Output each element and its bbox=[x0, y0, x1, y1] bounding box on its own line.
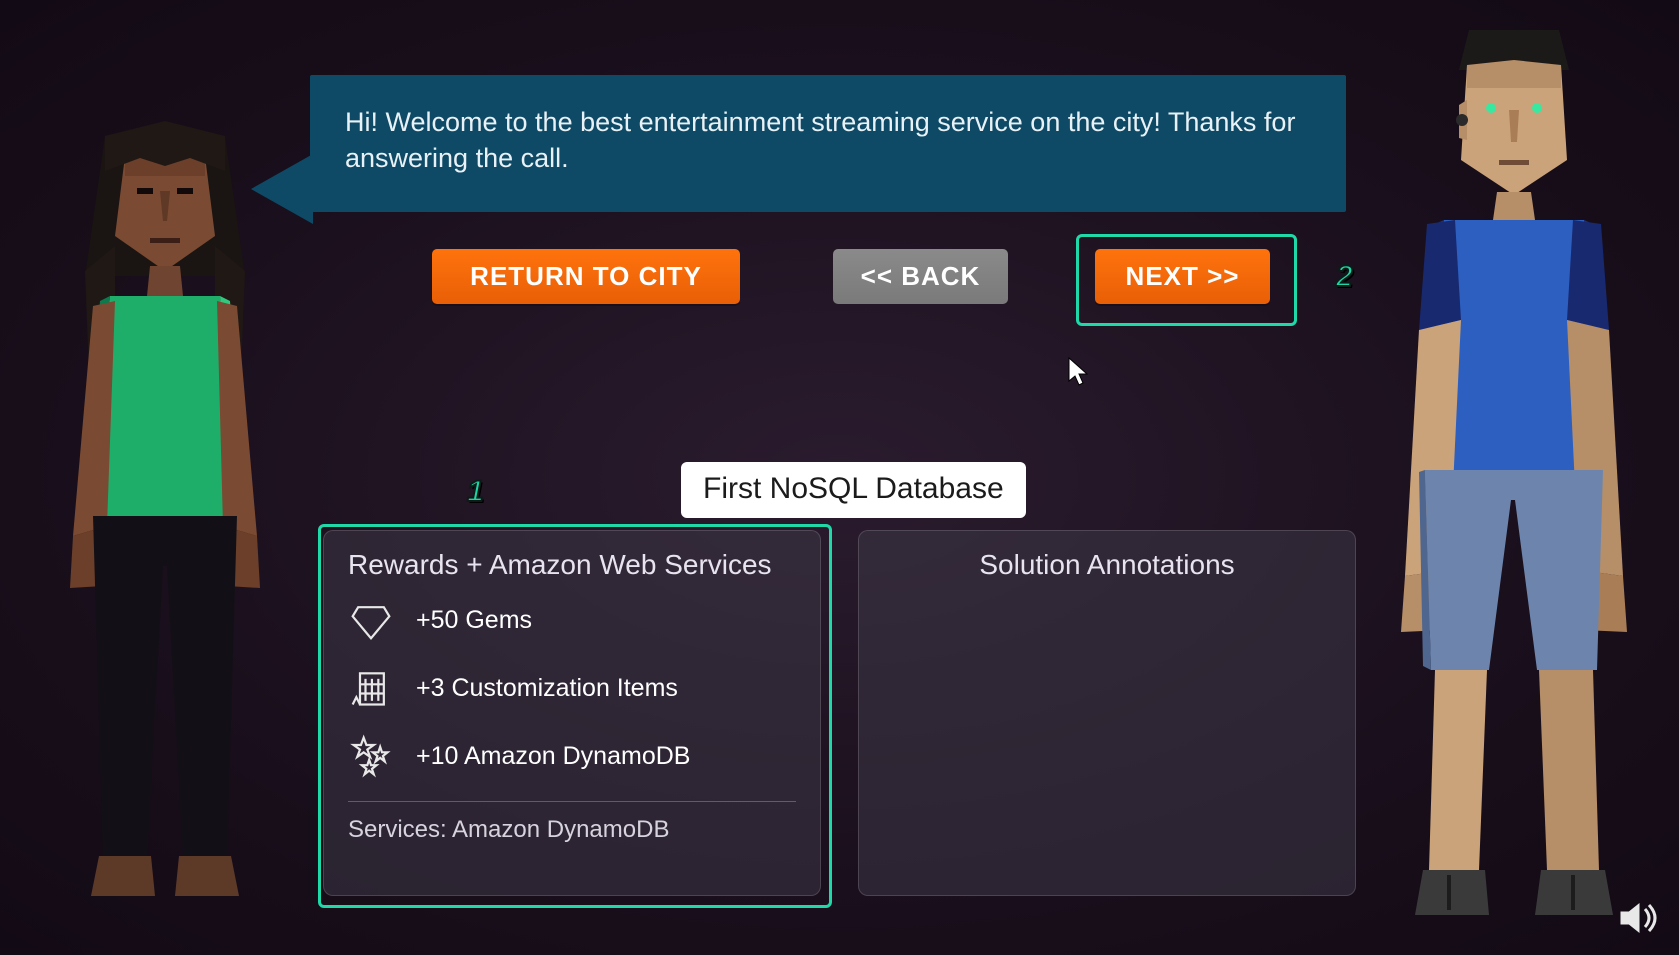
reward-row: +10 Amazon DynamoDB bbox=[348, 733, 796, 779]
solutions-heading: Solution Annotations bbox=[883, 549, 1331, 581]
reward-row: +3 Customization Items bbox=[348, 665, 796, 711]
building-icon bbox=[348, 665, 394, 711]
back-button[interactable]: << BACK bbox=[833, 249, 1008, 304]
dialogue-bubble: Hi! Welcome to the best entertainment st… bbox=[310, 75, 1346, 212]
quest-title-chip: First NoSQL Database bbox=[681, 462, 1026, 518]
solutions-panel: Solution Annotations bbox=[858, 530, 1356, 896]
rewards-heading: Rewards + Amazon Web Services bbox=[348, 549, 796, 581]
reward-label: +3 Customization Items bbox=[416, 674, 678, 703]
gem-icon bbox=[348, 597, 394, 643]
reward-row: +50 Gems bbox=[348, 597, 796, 643]
return-to-city-button[interactable]: RETURN TO CITY bbox=[432, 249, 740, 304]
player-avatar bbox=[1349, 10, 1659, 945]
next-button[interactable]: NEXT >> bbox=[1095, 249, 1270, 304]
step-marker-2: 2 bbox=[1336, 260, 1353, 294]
reward-label: +50 Gems bbox=[416, 606, 532, 635]
cursor-icon bbox=[1068, 357, 1090, 394]
stars-icon bbox=[348, 733, 394, 779]
rewards-panel: Rewards + Amazon Web Services +50 Gems +… bbox=[323, 530, 821, 896]
reward-label: +10 Amazon DynamoDB bbox=[416, 742, 690, 771]
dialogue-text: Hi! Welcome to the best entertainment st… bbox=[345, 107, 1295, 173]
sound-toggle[interactable] bbox=[1619, 901, 1659, 935]
services-line: Services: Amazon DynamoDB bbox=[348, 816, 796, 844]
step-marker-1: 1 bbox=[467, 475, 484, 509]
